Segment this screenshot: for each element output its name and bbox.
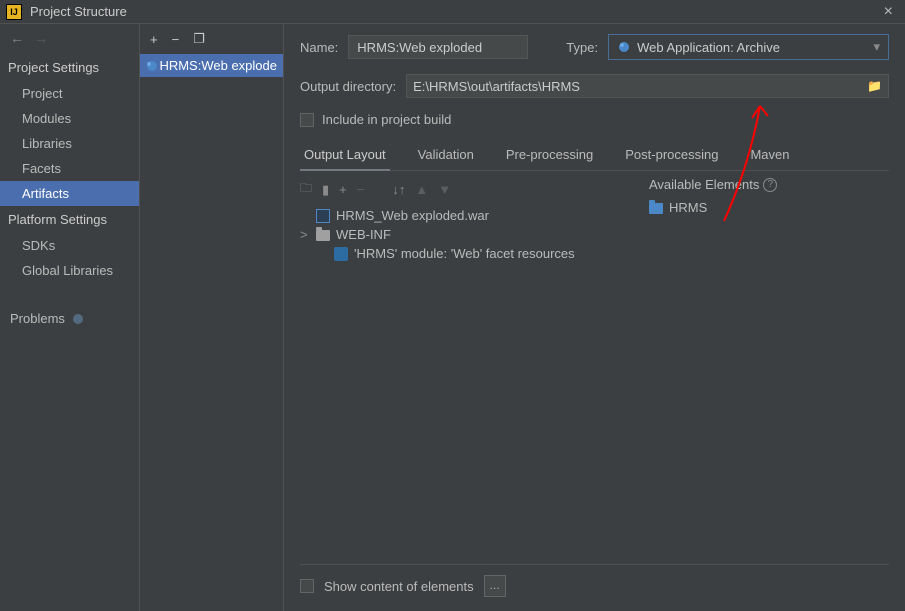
layout-tree[interactable]: HRMS_Web exploded.war > WEB-INF 'HRMS' modu… <box>300 206 619 564</box>
war-icon <box>316 209 330 223</box>
titlebar: IJ Project Structure × <box>0 0 905 24</box>
name-input[interactable]: HRMS:Web exploded <box>348 35 528 59</box>
add-icon[interactable]: + <box>150 32 158 47</box>
available-item[interactable]: HRMS <box>649 198 889 217</box>
type-dropdown[interactable]: Web Application: Archive ▾ <box>608 34 889 60</box>
outdir-label: Output directory: <box>300 79 396 94</box>
type-label: Type: <box>566 40 598 55</box>
output-layout-area: 🗀 ▮ + − ↓↑ ▲ ▼ HRMS_Web exploded.war > WEB… <box>300 177 889 564</box>
nav-item-global-libraries[interactable]: Global Libraries <box>0 258 139 283</box>
tree-row[interactable]: 'HRMS' module: 'Web' facet resources <box>300 244 619 263</box>
nav-toolbar: ← → <box>0 30 139 54</box>
facet-icon <box>334 247 348 261</box>
artifact-list-item[interactable]: HRMS:Web explode <box>140 54 283 77</box>
problems-indicator-icon <box>73 314 83 324</box>
dialog-body: ← → Project SettingsProjectModulesLibrar… <box>0 24 905 611</box>
browse-folder-icon[interactable]: 📁 <box>867 79 882 93</box>
move-up-icon[interactable]: ▲ <box>415 182 428 197</box>
artifact-detail-panel: Name: HRMS:Web exploded Type: Web Applic… <box>284 24 905 611</box>
help-icon[interactable]: ? <box>763 178 777 192</box>
artifact-list-panel: + − ❐ HRMS:Web explode <box>140 24 284 611</box>
remove-icon[interactable]: − <box>172 32 180 47</box>
tab-bar: Output Layout Validation Pre-processing Pos… <box>300 141 889 171</box>
show-content-label: Show content of elements <box>324 579 474 594</box>
tree-caret-icon[interactable]: > <box>300 227 310 242</box>
project-structure-dialog: IJ Project Structure × ← → Project Setti… <box>0 0 905 611</box>
remove-item-icon[interactable]: − <box>357 182 365 197</box>
sort-icon[interactable]: ↓↑ <box>392 182 405 197</box>
web-archive-icon <box>617 40 631 54</box>
tree-label: HRMS_Web exploded.war <box>336 208 489 223</box>
show-content-checkbox[interactable] <box>300 579 314 593</box>
tab-pre-processing[interactable]: Pre-processing <box>502 141 597 170</box>
folder-icon <box>316 230 330 241</box>
layout-toolbar: 🗀 ▮ + − ↓↑ ▲ ▼ <box>300 177 619 206</box>
tree-label: WEB-INF <box>336 227 391 242</box>
tab-validation[interactable]: Validation <box>414 141 478 170</box>
nav-section-header: Platform Settings <box>0 206 139 233</box>
nav-item-artifacts[interactable]: Artifacts <box>0 181 139 206</box>
back-icon[interactable]: ← <box>10 30 24 46</box>
nav-item-project[interactable]: Project <box>0 81 139 106</box>
window-title: Project Structure <box>30 4 878 19</box>
nav-item-modules[interactable]: Modules <box>0 106 139 131</box>
available-item-label: HRMS <box>669 200 707 215</box>
nav-item-sdks[interactable]: SDKs <box>0 233 139 258</box>
chevron-down-icon: ▾ <box>873 39 880 55</box>
problems-row[interactable]: Problems <box>0 301 139 326</box>
nav-section-header: Project Settings <box>0 54 139 81</box>
tree-row[interactable]: > WEB-INF <box>300 225 619 244</box>
artifact-icon <box>146 60 153 72</box>
available-elements-label: Available Elements <box>649 177 759 192</box>
close-icon[interactable]: × <box>878 3 899 21</box>
nav-item-libraries[interactable]: Libraries <box>0 131 139 156</box>
tab-maven[interactable]: Maven <box>746 141 793 170</box>
tree-label: 'HRMS' module: 'Web' facet resources <box>354 246 575 261</box>
tab-post-processing[interactable]: Post-processing <box>621 141 722 170</box>
move-down-icon[interactable]: ▼ <box>438 182 451 197</box>
available-elements-panel: Available Elements ? HRMS <box>649 177 889 564</box>
name-label: Name: <box>300 40 338 55</box>
bottom-options: Show content of elements … <box>300 564 889 611</box>
intellij-icon: IJ <box>6 4 22 20</box>
artifact-toolbar: + − ❐ <box>140 24 283 54</box>
new-folder-icon[interactable]: 🗀 <box>300 179 312 200</box>
tab-output-layout[interactable]: Output Layout <box>300 141 390 170</box>
include-checkbox[interactable] <box>300 113 314 127</box>
add-copy-icon[interactable]: + <box>339 182 347 197</box>
include-label: Include in project build <box>322 112 451 127</box>
new-archive-icon[interactable]: ▮ <box>322 182 329 198</box>
more-options-button[interactable]: … <box>484 575 506 597</box>
forward-icon[interactable]: → <box>34 30 48 46</box>
artifact-item-label: HRMS:Web explode <box>159 58 277 73</box>
output-directory-input[interactable]: E:\HRMS\out\artifacts\HRMS 📁 <box>406 74 889 98</box>
bluefolder-icon <box>649 203 663 214</box>
copy-icon[interactable]: ❐ <box>193 31 205 47</box>
tree-row[interactable]: HRMS_Web exploded.war <box>300 206 619 225</box>
nav-item-facets[interactable]: Facets <box>0 156 139 181</box>
type-value: Web Application: Archive <box>637 40 780 55</box>
left-nav: ← → Project SettingsProjectModulesLibrar… <box>0 24 140 611</box>
problems-label: Problems <box>10 311 65 326</box>
